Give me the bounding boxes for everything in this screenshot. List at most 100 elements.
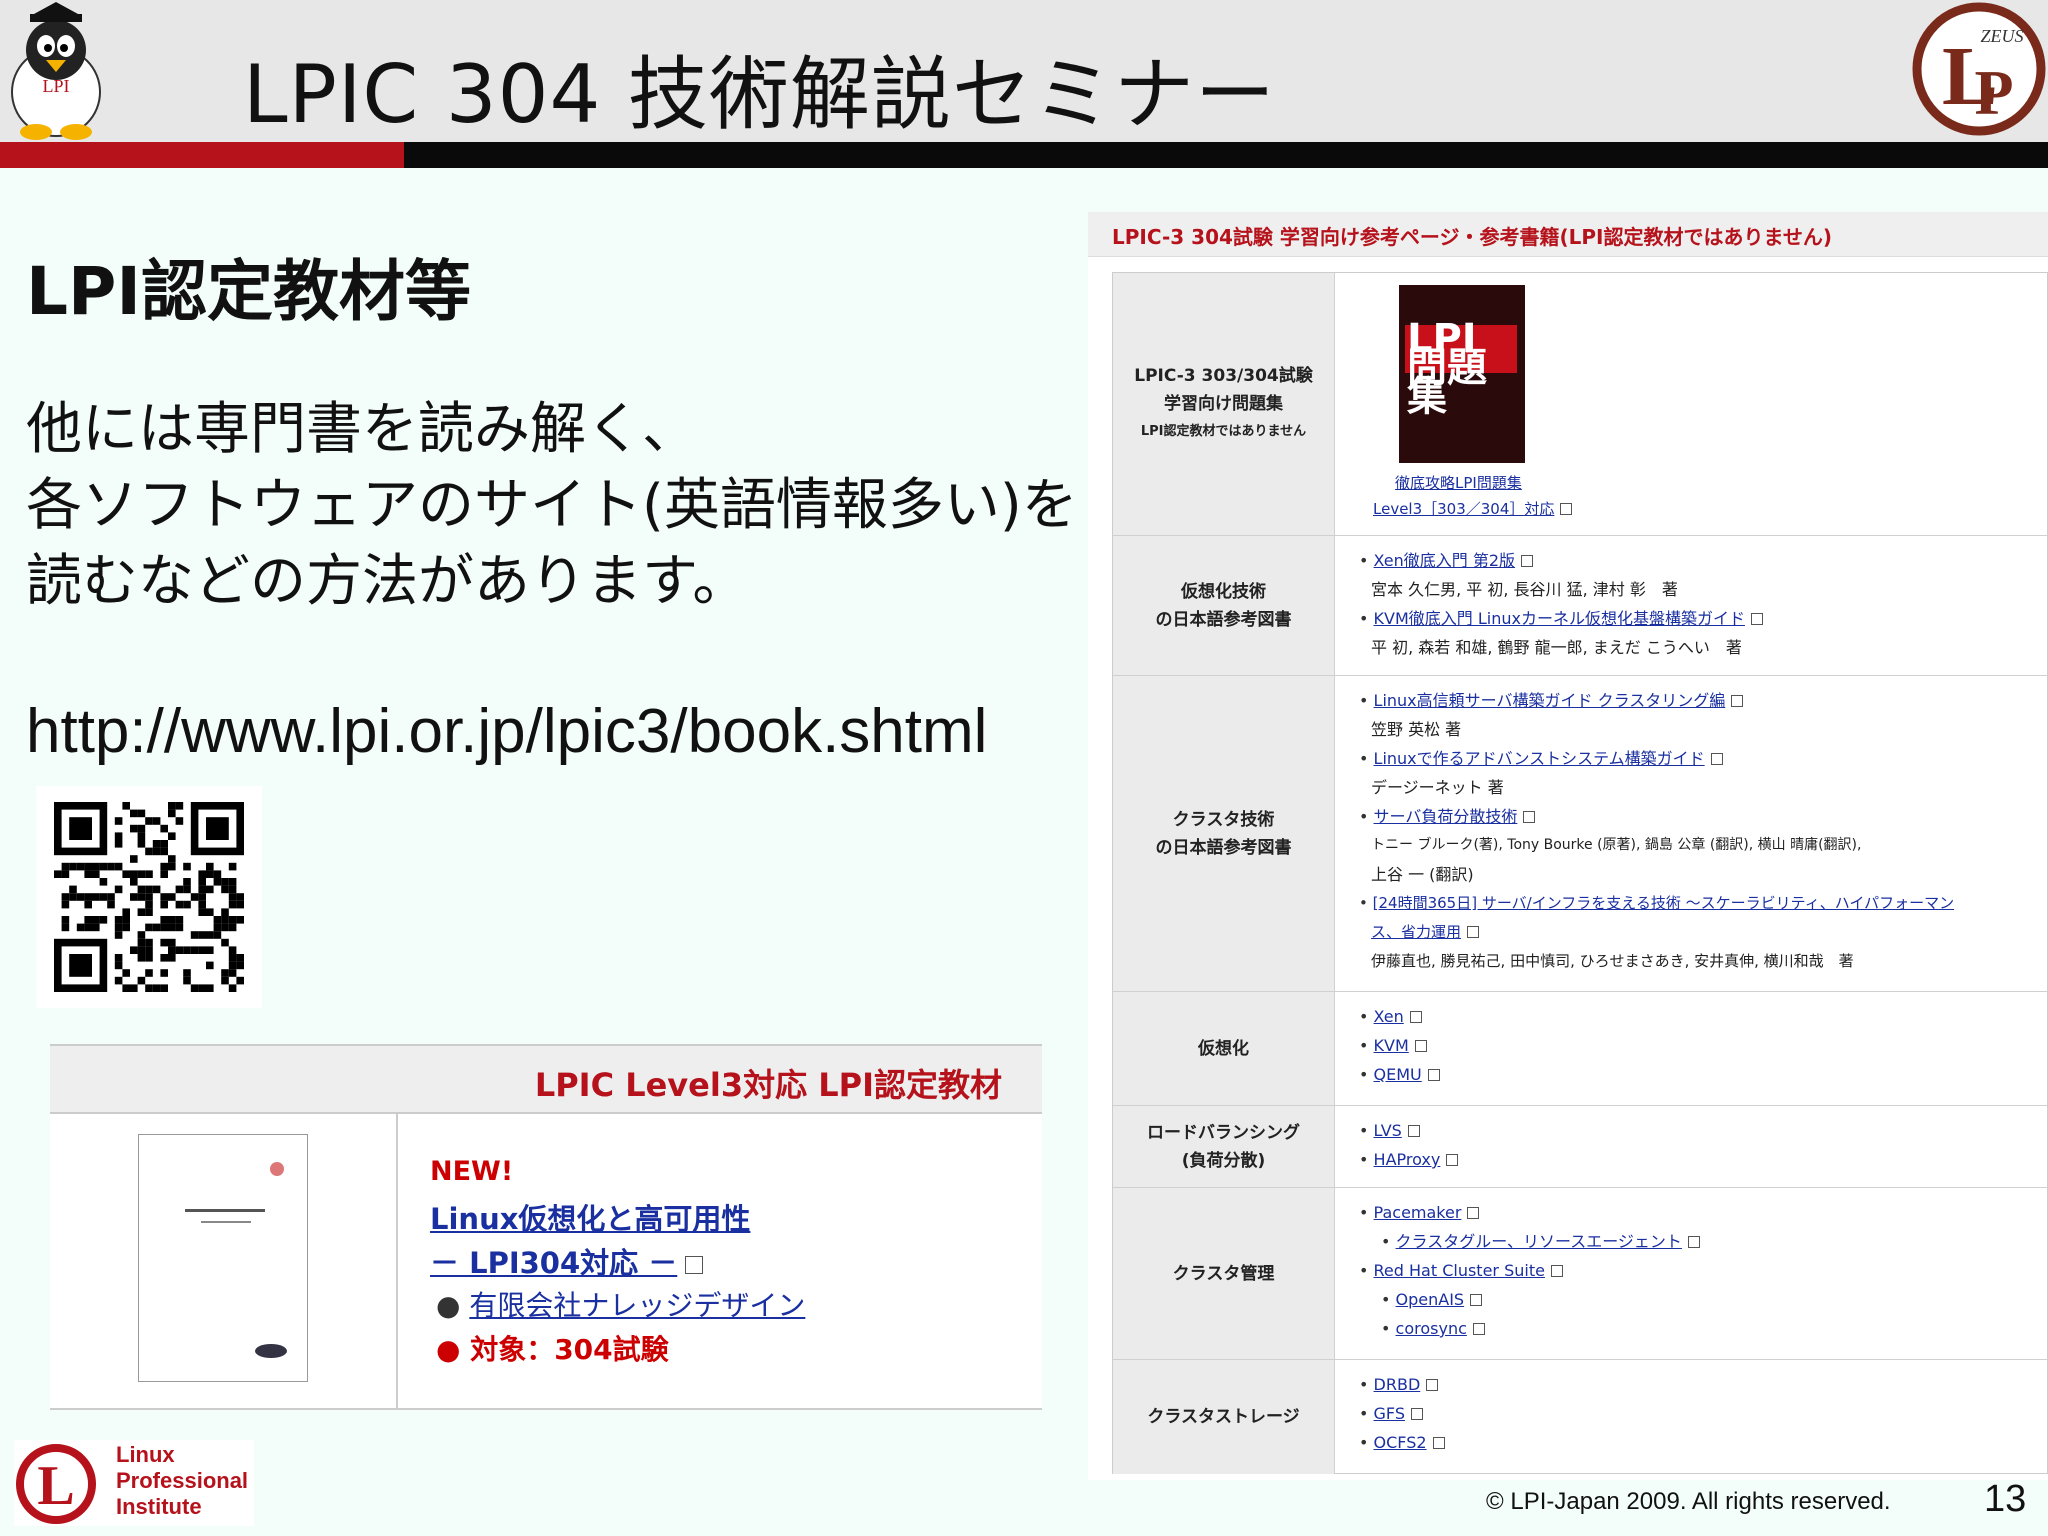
row-content: Xen徹底入門 第2版 宮本 久仁男, 平 初, 長谷川 猛, 津村 彰 著 K…	[1335, 536, 2047, 676]
page-number: 13	[1984, 1478, 2027, 1520]
publisher-link[interactable]: 有限会社ナレッジデザイン	[469, 1289, 805, 1322]
book-link[interactable]: Xen徹底入門 第2版	[1374, 551, 1516, 570]
row-content: LVS HAProxy	[1335, 1106, 2047, 1188]
reference-header-text: LPIC-3 304試験 学習向け参考ページ・参考書籍(LPI認定教材ではありま…	[1112, 225, 1832, 249]
external-link-icon	[1432, 1437, 1445, 1449]
list-item: DRBD	[1359, 1370, 2047, 1399]
lpi-line: Professional	[116, 1468, 249, 1493]
lpi-line: Institute	[116, 1494, 202, 1519]
list-item: サーバ負荷分散技術	[1359, 802, 2047, 831]
row-label-line: LPIC-3 303/304試験	[1134, 366, 1313, 386]
row-label-line: クラスタ技術	[1172, 810, 1275, 830]
reference-header: LPIC-3 304試験 学習向け参考ページ・参考書籍(LPI認定教材ではありま…	[1088, 212, 2048, 257]
table-row: 仮想化技術の日本語参考図書 Xen徹底入門 第2版 宮本 久仁男, 平 初, 長…	[1113, 535, 2047, 676]
reference-table: LPIC-3 303/304試験 学習向け問題集 LPI認定教材ではありません LP…	[1112, 272, 2048, 1474]
row-label-line: ロードバランシング	[1147, 1123, 1300, 1143]
table-row: ロードバランシング (負荷分散) LVS HAProxy	[1113, 1105, 2047, 1188]
list-item: LVS	[1359, 1116, 2047, 1145]
row-label-line: (負荷分散)	[1181, 1151, 1266, 1171]
site-link[interactable]: OCFS2	[1374, 1433, 1427, 1452]
row-content: Pacemaker クラスタグルー、リソースエージェント Red Hat Clu…	[1335, 1188, 2047, 1360]
row-label: クラスタストレージ	[1113, 1360, 1335, 1474]
lpi-line: Linux	[116, 1442, 175, 1467]
external-link-icon	[1470, 1294, 1483, 1306]
book-link[interactable]: Linuxで作るアドバンストシステム構築ガイド	[1374, 749, 1705, 768]
table-row: クラスタストレージ DRBD GFS OCFS2	[1113, 1359, 2047, 1474]
site-link[interactable]: Red Hat Cluster Suite	[1374, 1261, 1545, 1280]
row-label-line: の日本語参考図書	[1155, 610, 1292, 630]
site-link[interactable]: クラスタグルー、リソースエージェント	[1396, 1232, 1682, 1251]
new-badge: NEW!	[430, 1156, 514, 1187]
accent-bar-red	[0, 142, 404, 168]
book-title-link[interactable]: Linux仮想化と高可用性	[430, 1196, 750, 1238]
site-link[interactable]: OpenAIS	[1396, 1290, 1465, 1309]
external-link-icon	[1731, 695, 1744, 707]
external-link-icon	[1523, 811, 1536, 823]
external-link-icon	[1710, 753, 1723, 765]
body-paragraph: 他には専門書を読み解く、 各ソフトウェアのサイト(英語情報多い)を 読むなどの方…	[26, 392, 1078, 620]
site-link[interactable]: DRBD	[1374, 1375, 1421, 1394]
row-label-line: 学習向け問題集	[1164, 394, 1283, 414]
row-label: クラスタ管理	[1113, 1188, 1335, 1360]
row-content: Linux高信頼サーバ構築ガイド クラスタリング編 笠野 英松 著 Linuxで…	[1335, 676, 2047, 992]
site-link[interactable]: GFS	[1374, 1404, 1405, 1423]
external-link-icon	[685, 1256, 704, 1274]
external-link-icon	[1521, 555, 1534, 567]
para-line: 他には専門書を読み解く、	[26, 397, 698, 462]
table-row: 仮想化 Xen KVM QEMU	[1113, 991, 2047, 1106]
target-text: 対象：304試験	[470, 1333, 669, 1366]
book-cover-image[interactable]: LPI 問題集	[1399, 285, 1525, 463]
row-label: ロードバランシング (負荷分散)	[1113, 1106, 1335, 1188]
book-author: 笠野 英松 著	[1371, 720, 1462, 739]
row-label: LPIC-3 303/304試験 学習向け問題集 LPI認定教材ではありません	[1113, 273, 1335, 535]
book-cover-image[interactable]	[138, 1134, 308, 1382]
book-cover-text: LPI 問題集	[1407, 316, 1487, 420]
lpi-footer-logo: L Linux Professional Institute	[14, 1440, 254, 1526]
row-label-line: LPI認定教材ではありません	[1140, 424, 1307, 439]
book-link[interactable]: KVM徹底入門 Linuxカーネル仮想化基盤構築ガイド	[1374, 609, 1745, 628]
qr-code-icon	[36, 786, 262, 1008]
book-subtitle-link[interactable]: － LPI304対応 －	[430, 1240, 704, 1282]
row-label: 仮想化	[1113, 992, 1335, 1106]
external-link-icon	[1560, 503, 1573, 515]
book-author: デージーネット 著	[1371, 778, 1504, 797]
list-item-cont: ス、省力運用	[1359, 918, 2047, 947]
book-link-line2[interactable]: Level3［303／304］対応	[1373, 495, 1573, 524]
row-label: 仮想化技術 の日本語参考図書	[1113, 536, 1335, 676]
book-link[interactable]: [24時間365日] サーバ/インフラを支える技術 ～スケーラビリティ、ハイパフ…	[1373, 894, 1954, 912]
book-link[interactable]: 徹底攻略LPI問題集	[1395, 469, 1522, 498]
list-item: OCFS2	[1359, 1428, 2047, 1457]
site-link[interactable]: KVM	[1374, 1036, 1409, 1055]
external-link-icon	[1446, 1154, 1459, 1166]
book-link[interactable]: サーバ負荷分散技術	[1374, 807, 1518, 826]
target-item: ● 対象：304試験	[436, 1333, 669, 1366]
panel-header: LPIC Level3対応 LPI認定教材	[50, 1046, 1042, 1114]
book-subtitle-text: － LPI304対応 －	[430, 1246, 678, 1280]
site-link[interactable]: corosync	[1396, 1319, 1467, 1338]
book-link2[interactable]: Level3［303／304］対応	[1373, 500, 1554, 518]
row-label: クラスタ技術 の日本語参考図書	[1113, 676, 1335, 992]
para-line: 読むなどの方法があります。	[26, 549, 749, 614]
list-item: corosync	[1359, 1314, 2047, 1343]
external-link-icon	[1467, 1207, 1480, 1219]
list-item: クラスタグルー、リソースエージェント	[1359, 1227, 2047, 1256]
site-link[interactable]: HAProxy	[1374, 1150, 1441, 1169]
site-link[interactable]: LVS	[1374, 1121, 1402, 1140]
reference-books-table: LPIC-3 304試験 学習向け参考ページ・参考書籍(LPI認定教材ではありま…	[1088, 212, 2048, 1480]
publisher-item: ● 有限会社ナレッジデザイン	[436, 1289, 806, 1322]
external-link-icon	[1472, 1323, 1485, 1335]
site-link[interactable]: Pacemaker	[1374, 1203, 1462, 1222]
book-link[interactable]: Linux高信頼サーバ構築ガイド クラスタリング編	[1374, 691, 1726, 710]
book-author: 平 初, 森若 和雄, 鶴野 龍一郎, まえだ こうへい 著	[1371, 638, 1742, 657]
table-row: クラスタ管理 Pacemaker クラスタグルー、リソースエージェント Red …	[1113, 1187, 2047, 1360]
external-link-icon	[1407, 1125, 1420, 1137]
book-url[interactable]: http://www.lpi.or.jp/lpic3/book.shtml	[26, 696, 987, 767]
list-item: KVM	[1359, 1031, 2047, 1060]
section-heading: LPI認定教材等	[26, 253, 471, 330]
panel-title: LPIC Level3対応 LPI認定教材	[534, 1066, 1002, 1104]
zeus-logo-icon: L P ZEUS	[1910, 0, 2048, 138]
site-link[interactable]: Xen	[1374, 1007, 1404, 1026]
site-link[interactable]: QEMU	[1374, 1065, 1422, 1084]
book-link[interactable]: ス、省力運用	[1371, 923, 1461, 941]
list-item: KVM徹底入門 Linuxカーネル仮想化基盤構築ガイド	[1359, 604, 2047, 633]
